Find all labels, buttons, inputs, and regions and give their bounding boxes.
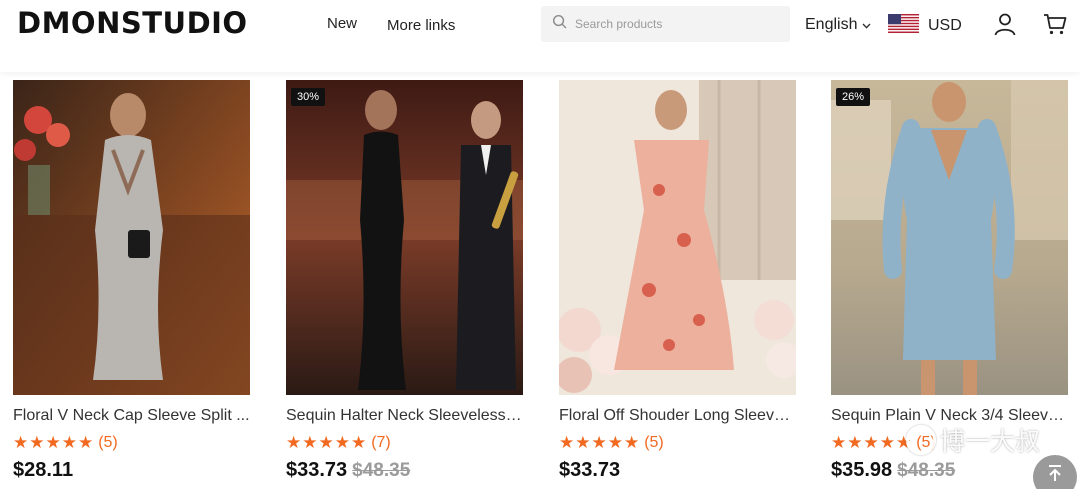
watermark-text: 博一大叔	[940, 427, 1041, 456]
back-to-top-button[interactable]	[1033, 455, 1077, 489]
search-input[interactable]	[575, 17, 775, 31]
language-selector[interactable]: English	[805, 15, 871, 34]
product-title[interactable]: Floral Off Shouder Long Sleeve ...	[559, 407, 796, 425]
product-card[interactable]: Floral V Neck Cap Sleeve Split ... ★★★★★…	[13, 80, 250, 482]
star-rating-icon: ★★★★★	[831, 433, 913, 452]
product-image[interactable]	[559, 80, 796, 395]
product-image[interactable]	[13, 80, 250, 395]
search-icon	[552, 14, 567, 34]
product-title[interactable]: Floral V Neck Cap Sleeve Split ...	[13, 407, 250, 425]
watermark: 博一大叔	[906, 422, 1040, 458]
star-rating-icon: ★★★★★	[559, 433, 641, 452]
language-label: English	[805, 15, 858, 33]
product-rating: ★★★★★ (5)	[559, 433, 796, 453]
product-card[interactable]: Floral Off Shouder Long Sleeve ... ★★★★★…	[559, 80, 796, 482]
review-count[interactable]: (5)	[98, 434, 118, 452]
product-prices: $33.73	[559, 459, 796, 482]
review-count[interactable]: (7)	[371, 434, 391, 452]
currency-label: USD	[928, 17, 962, 34]
original-price: $48.35	[352, 460, 411, 481]
currency-selector[interactable]: USD	[888, 14, 962, 38]
product-image[interactable]: 26%	[831, 80, 1068, 395]
us-flag-icon	[888, 14, 919, 38]
user-icon[interactable]	[993, 12, 1017, 41]
product-price: $33.73	[559, 459, 621, 481]
original-price: $48.35	[897, 460, 956, 481]
nav-link-new[interactable]: New	[327, 15, 357, 32]
arrow-up-icon	[1046, 464, 1064, 487]
product-prices: $28.11	[13, 459, 250, 482]
star-rating-icon: ★★★★★	[286, 433, 368, 452]
product-price: $35.98	[831, 459, 893, 481]
product-rating: ★★★★★ (7)	[286, 433, 523, 453]
star-rating-icon: ★★★★★	[13, 433, 95, 452]
search-box[interactable]	[541, 6, 790, 42]
wechat-logo-icon	[906, 425, 936, 455]
site-header: DMONSTUDIO New More links English U	[0, 0, 1080, 72]
product-image[interactable]: 30%	[286, 80, 523, 395]
review-count[interactable]: (5)	[644, 434, 664, 452]
product-price: $33.73	[286, 459, 348, 481]
discount-badge: 30%	[291, 88, 326, 106]
nav-link-more-links[interactable]: More links	[387, 17, 455, 34]
discount-badge: 26%	[836, 88, 871, 106]
product-title[interactable]: Sequin Halter Neck Sleeveless S...	[286, 407, 523, 425]
site-logo[interactable]: DMONSTUDIO	[17, 6, 248, 40]
product-prices: $33.73 $48.35	[286, 459, 523, 482]
cart-icon[interactable]	[1043, 12, 1067, 41]
chevron-down-icon	[862, 16, 871, 34]
product-rating: ★★★★★ (5)	[13, 433, 250, 453]
product-card[interactable]: 30% Sequin Halter Neck Sleeveless S... ★…	[286, 80, 523, 482]
product-price: $28.11	[13, 459, 74, 481]
